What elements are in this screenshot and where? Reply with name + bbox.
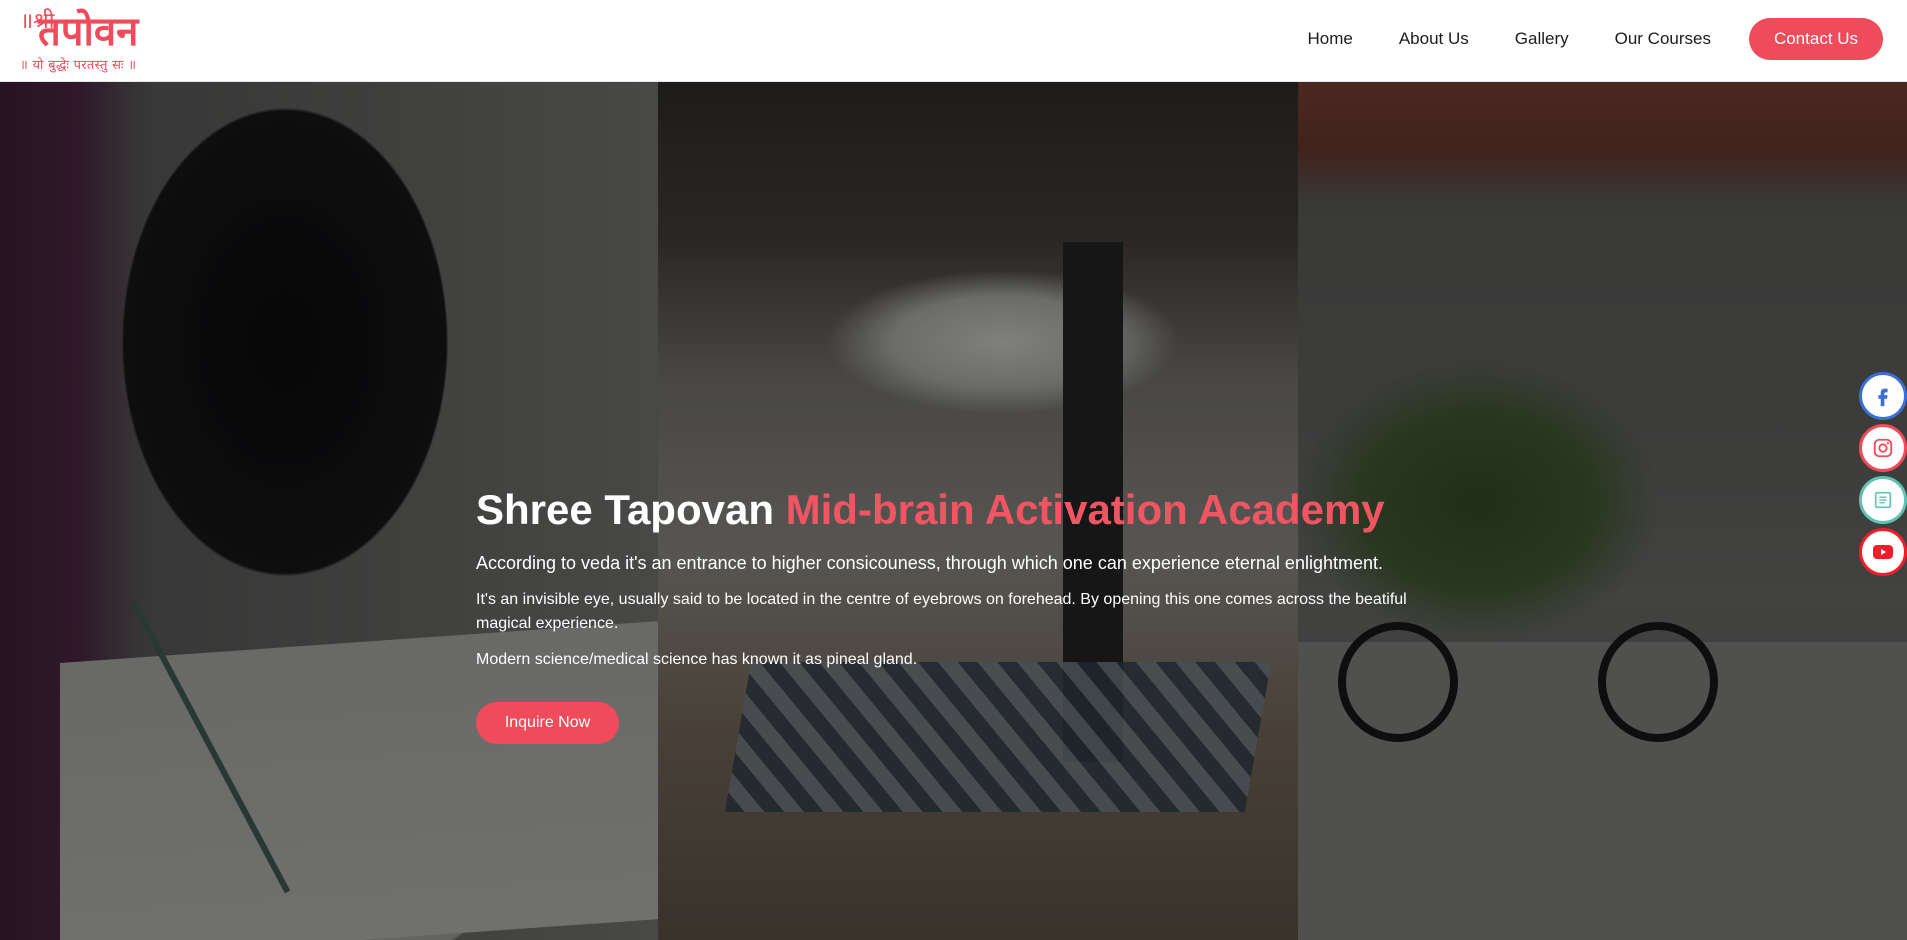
youtube-icon (1873, 545, 1893, 559)
main-nav: Home About Us Gallery Our Courses Contac… (1261, 18, 1883, 60)
contact-us-button[interactable]: Contact Us (1749, 18, 1883, 60)
hero-title-plain: Shree Tapovan (476, 486, 786, 533)
nav-home[interactable]: Home (1307, 29, 1352, 49)
instagram-icon (1873, 438, 1893, 458)
facebook-icon (1878, 388, 1888, 407)
site-header: ॥श्री तपोवन ॥ यो बुद्धेः परतस्तु सः ॥ Ho… (0, 0, 1907, 82)
inquire-now-button[interactable]: Inquire Now (476, 702, 619, 744)
nav-our-courses[interactable]: Our Courses (1615, 29, 1711, 49)
hero-paragraph-pineal: Modern science/medical science has known… (476, 651, 918, 668)
hero-paragraph: It's an invisible eye, usually said to b… (476, 591, 1407, 632)
social-links (1857, 372, 1907, 580)
blog-link[interactable] (1859, 476, 1907, 524)
hero-lead-text: According to veda it's an entrance to hi… (476, 553, 1383, 573)
logo-title: तपोवन (38, 8, 139, 55)
hero-title: Shree Tapovan Mid-brain Activation Acade… (476, 484, 1436, 536)
nav-about-us[interactable]: About Us (1399, 29, 1469, 49)
youtube-link[interactable] (1859, 528, 1907, 576)
facebook-link[interactable] (1859, 372, 1907, 420)
hero-text-block: Shree Tapovan Mid-brain Activation Acade… (476, 484, 1436, 744)
book-icon (1874, 491, 1892, 509)
site-logo[interactable]: ॥श्री तपोवन ॥ यो बुद्धेः परतस्तु सः ॥ (20, 8, 170, 74)
nav-gallery[interactable]: Gallery (1515, 29, 1569, 49)
hero-title-accent: Mid-brain Activation Academy (785, 486, 1385, 533)
logo-tagline: ॥ यो बुद्धेः परतस्तु सः ॥ (20, 58, 137, 73)
instagram-link[interactable] (1859, 424, 1907, 472)
